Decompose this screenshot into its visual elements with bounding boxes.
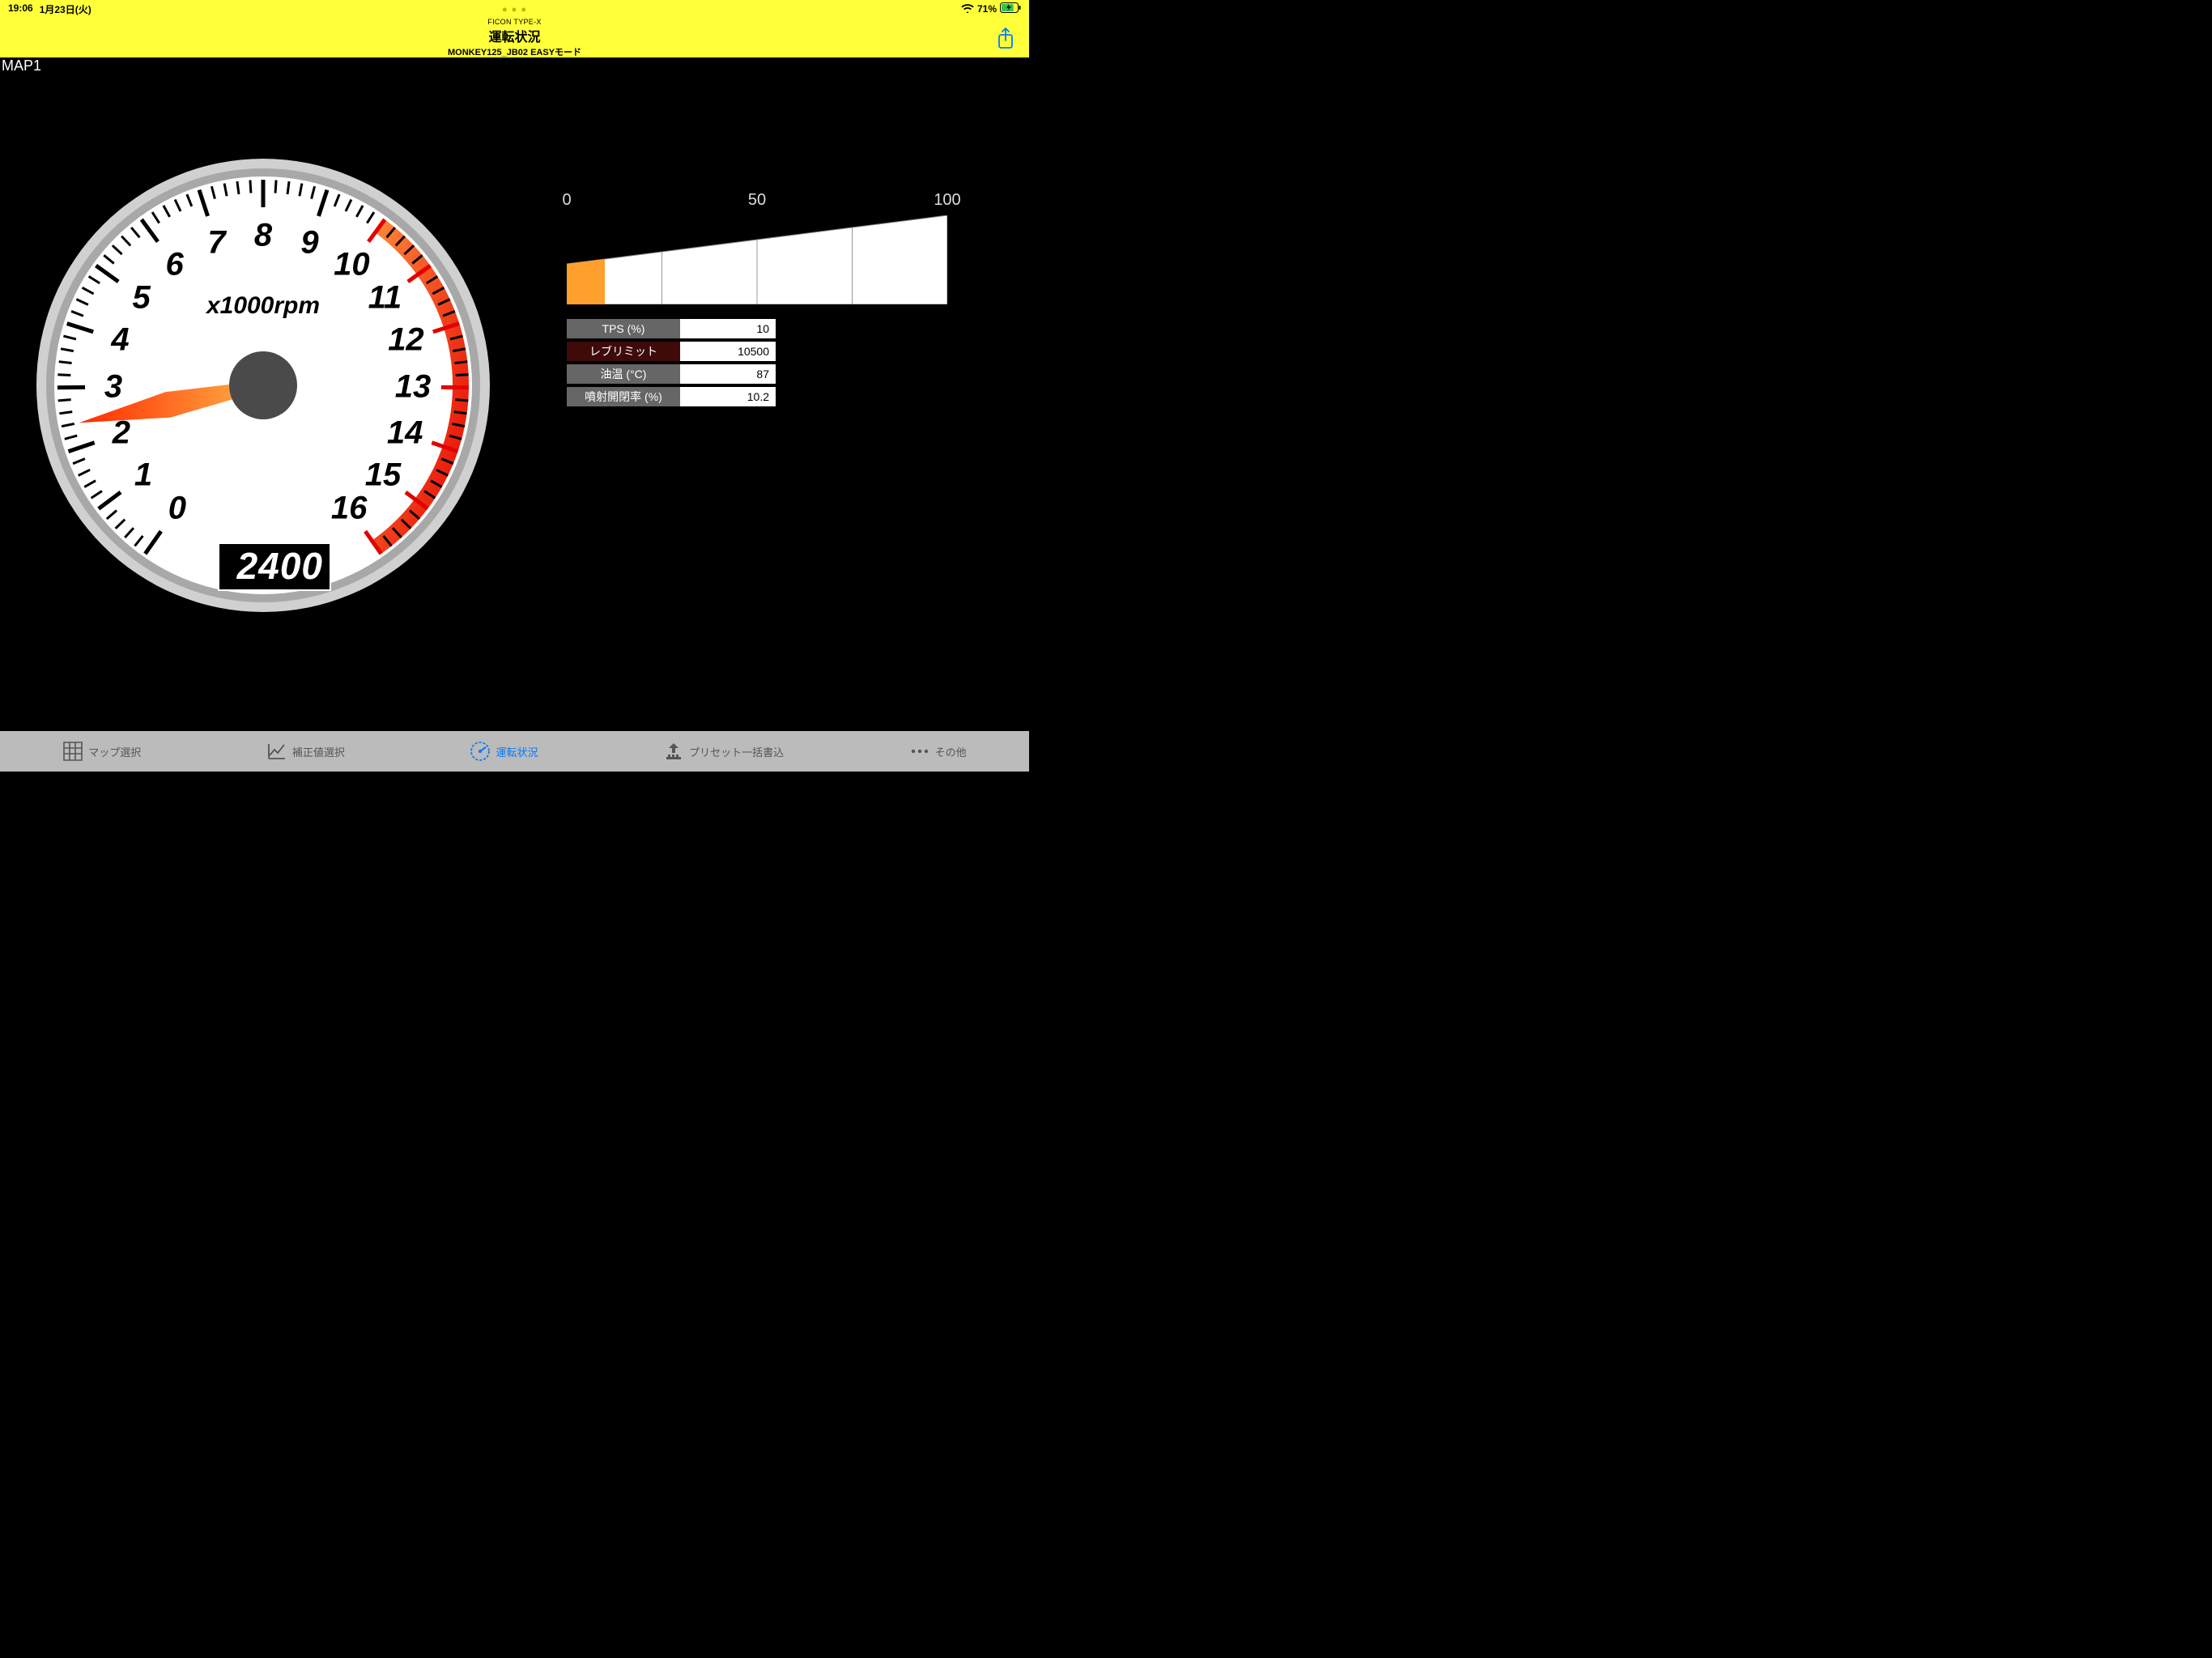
gauge-unit-label: x1000rpm <box>206 292 320 320</box>
rpm-digital-readout: 2400 <box>218 542 331 591</box>
tab-bar: マップ選択 補正値選択 運転状況 プリセット一括書込 その他 <box>0 731 1029 772</box>
readout-label: 噴射開閉率 (%) <box>567 387 680 406</box>
tab-label: 補正値選択 <box>292 744 345 759</box>
readout-row: TPS (%)10 <box>567 319 776 338</box>
share-button[interactable] <box>997 28 1015 49</box>
page-title: 運転状況 <box>448 26 581 45</box>
readout-value: 87 <box>680 364 776 384</box>
readout-row: 油温 (°C)87 <box>567 364 776 384</box>
gauge-icon <box>470 741 491 762</box>
gauge-number: 4 <box>111 322 129 359</box>
app-handle-dots[interactable]: ● ● ● <box>0 5 1029 15</box>
gauge-number: 14 <box>387 415 423 452</box>
gauge-number: 2 <box>113 415 130 452</box>
readout-row: 噴射開閉率 (%)10.2 <box>567 387 776 406</box>
gauge-number: 16 <box>331 490 368 526</box>
tab-gauge[interactable]: 運転状況 <box>470 741 538 762</box>
tps-bar <box>567 215 947 304</box>
gauge-number: 7 <box>207 225 225 261</box>
readout-label: 油温 (°C) <box>567 364 680 384</box>
tab-upload[interactable]: プリセット一括書込 <box>663 741 784 762</box>
readout-value: 10 <box>680 319 776 338</box>
gauge-number: 5 <box>132 280 150 317</box>
gauge-number: 15 <box>365 457 402 494</box>
header-subtitle: MONKEY125_JB02 EASYモード <box>448 45 581 58</box>
tab-chart[interactable]: 補正値選択 <box>266 741 345 762</box>
gauge-number: 8 <box>254 218 272 254</box>
tps-bar-scale: 050100 <box>567 191 981 215</box>
gauge-number: 11 <box>368 280 402 317</box>
gauge-number: 6 <box>165 246 183 283</box>
tachometer-gauge: x1000rpm 012345678910111213141516 2400 <box>28 151 498 620</box>
readout-value: 10500 <box>680 342 776 361</box>
gauge-number: 12 <box>388 322 424 359</box>
upload-icon <box>663 741 684 762</box>
readout-table: TPS (%)10レブリミット10500油温 (°C)87噴射開閉率 (%)10… <box>567 319 776 406</box>
tps-tick: 100 <box>934 191 960 210</box>
tps-tick: 0 <box>562 191 571 210</box>
header-brand: FICON TYPE-X <box>448 18 581 26</box>
tab-grid[interactable]: マップ選択 <box>62 741 141 762</box>
tab-label: マップ選択 <box>88 744 141 759</box>
tab-dots[interactable]: その他 <box>909 741 967 762</box>
grid-icon <box>62 741 83 762</box>
gauge-number: 9 <box>300 225 318 261</box>
readout-value: 10.2 <box>680 387 776 406</box>
chart-icon <box>266 741 287 762</box>
gauge-number: 1 <box>134 457 152 494</box>
gauge-number: 13 <box>395 369 432 406</box>
tab-label: その他 <box>935 744 967 759</box>
tps-tick: 50 <box>748 191 766 210</box>
app-header: ● ● ● FICON TYPE-X 運転状況 MONKEY125_JB02 E… <box>0 18 1029 57</box>
readout-label: レブリミット <box>567 342 680 361</box>
gauge-number: 3 <box>104 369 122 406</box>
readout-row: レブリミット10500 <box>567 342 776 361</box>
gauge-number: 0 <box>168 490 186 526</box>
readout-label: TPS (%) <box>567 319 680 338</box>
gauge-number: 10 <box>334 246 370 283</box>
tab-label: 運転状況 <box>496 744 538 759</box>
dots-icon <box>909 741 930 762</box>
tab-label: プリセット一括書込 <box>689 744 784 759</box>
